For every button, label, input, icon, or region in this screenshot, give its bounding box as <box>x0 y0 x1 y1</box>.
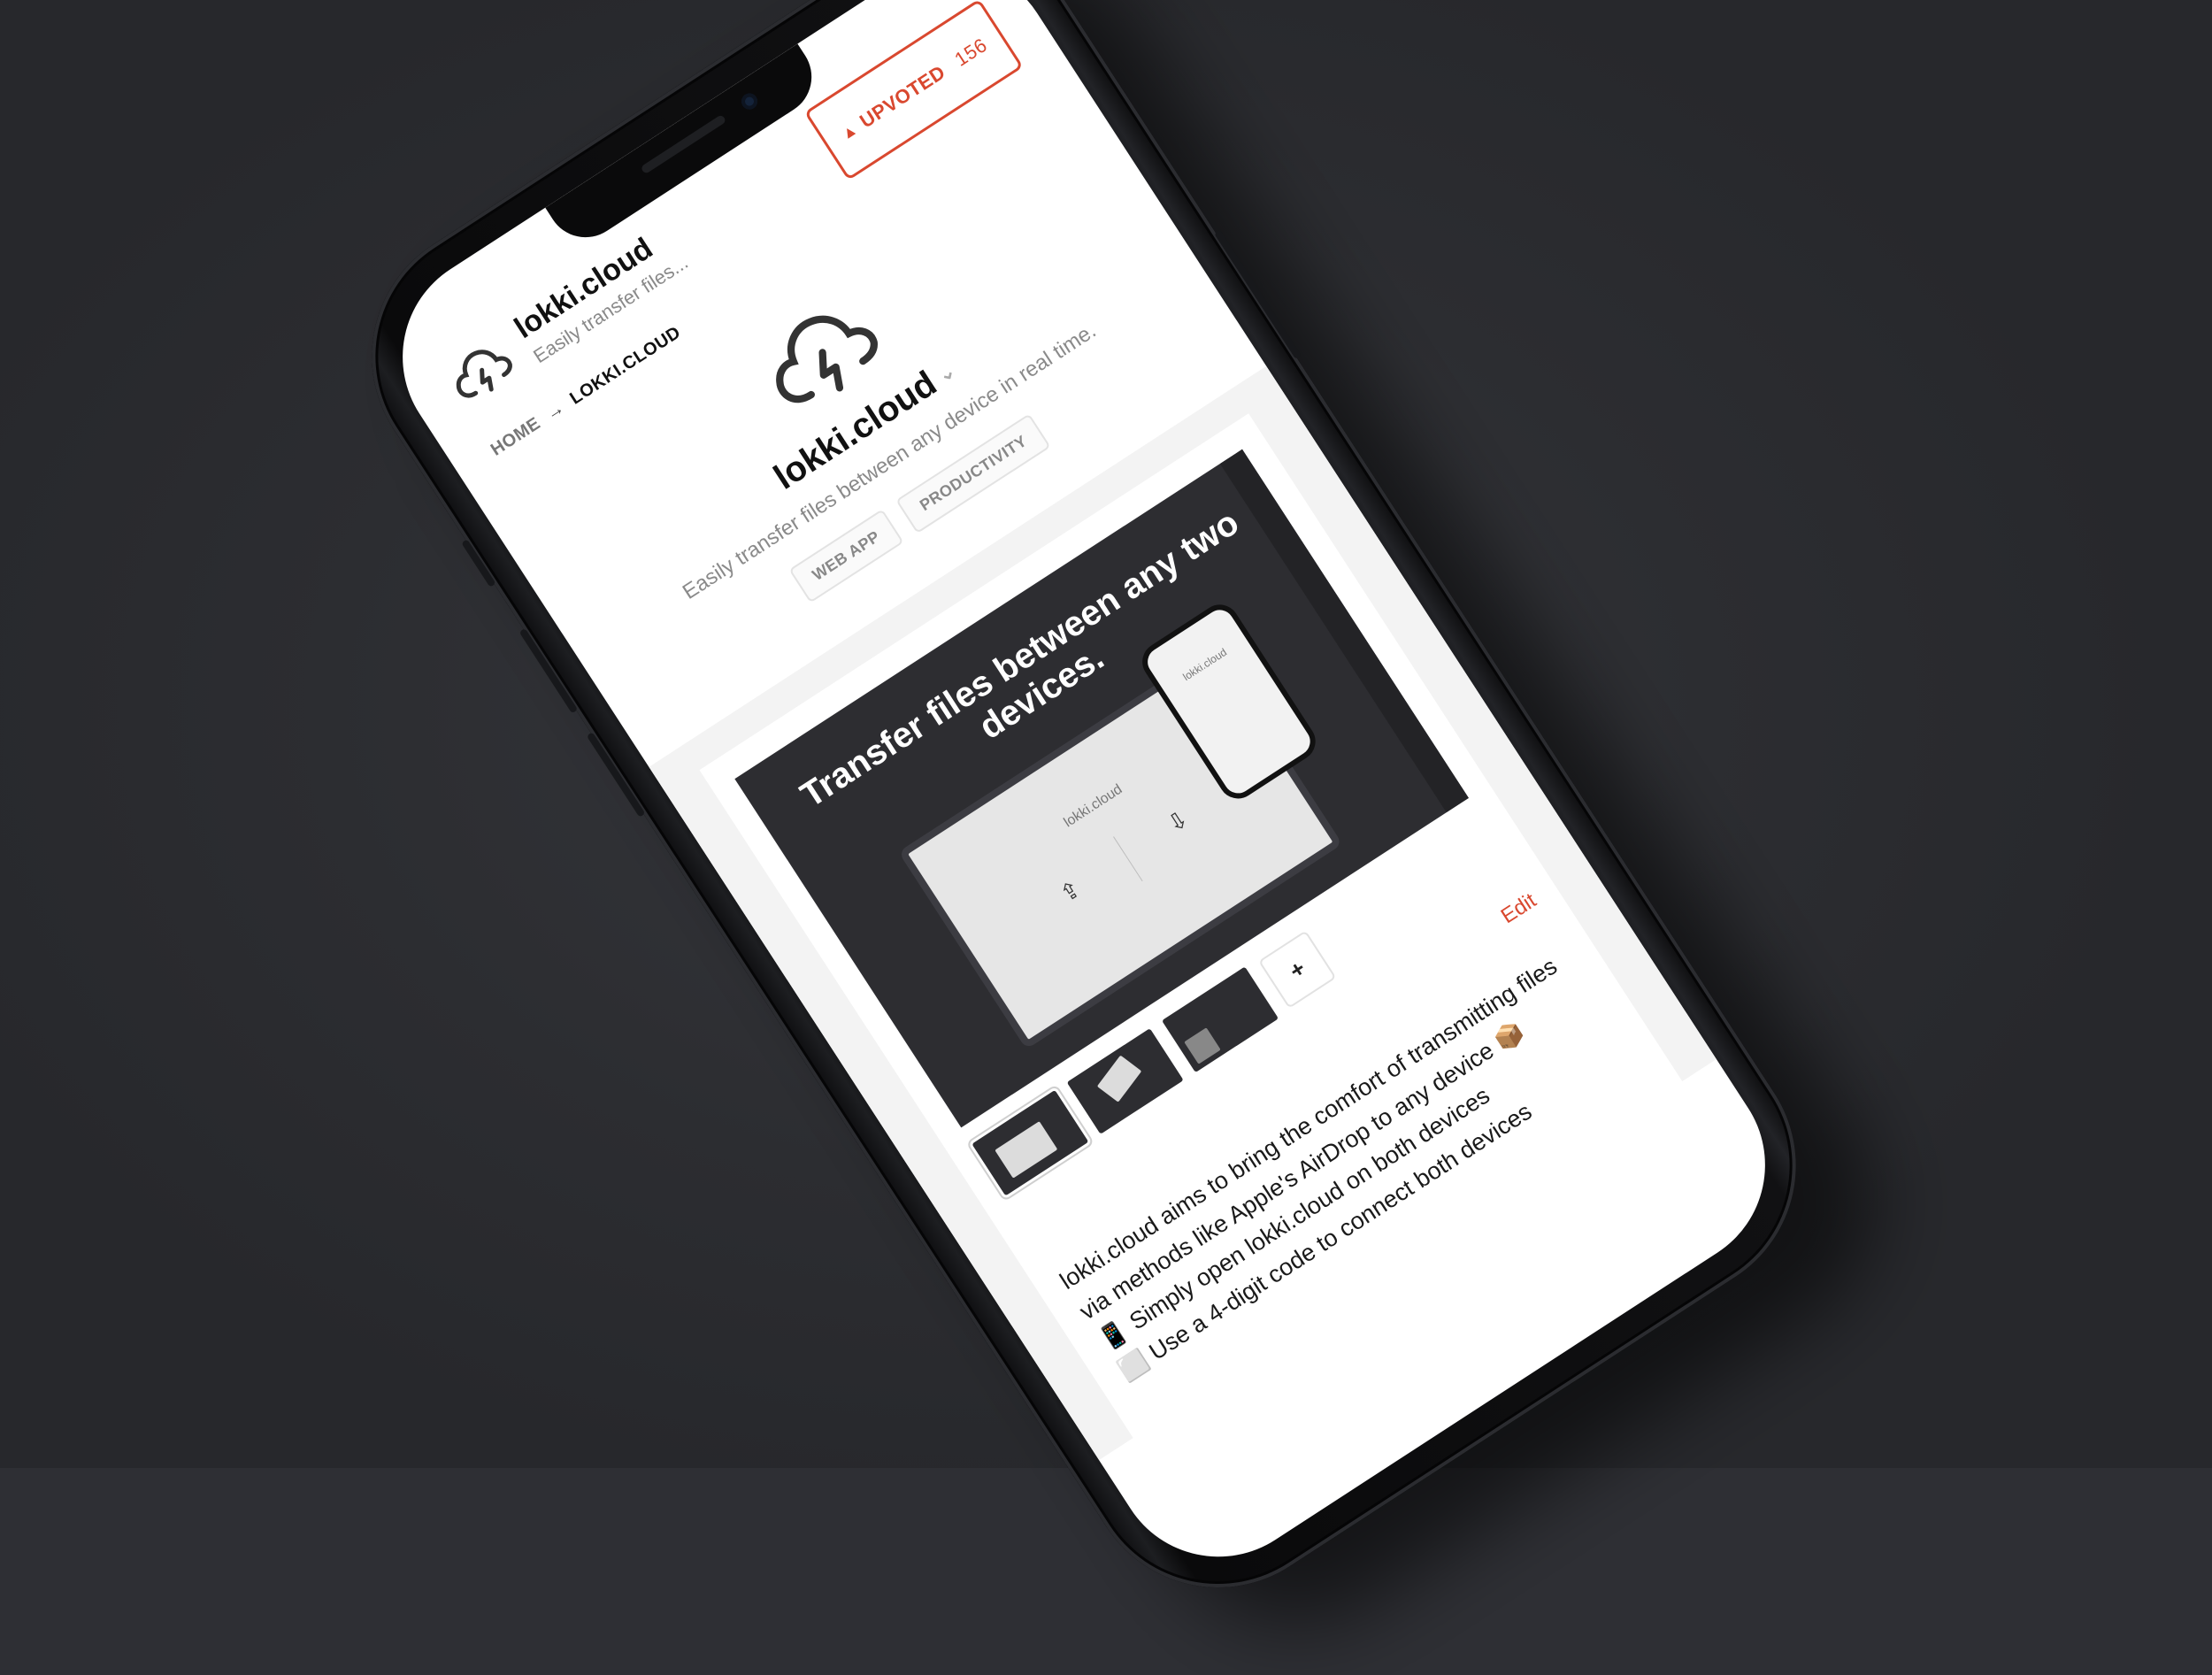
chevron-down-icon[interactable]: ⌄ <box>933 359 959 387</box>
thumbnail-preview <box>1184 1027 1221 1064</box>
phone-mini-title: lokki.cloud <box>1180 645 1229 684</box>
upload-icon: ⇪ <box>1055 874 1086 908</box>
laptop-divider <box>1113 836 1143 882</box>
add-media-button[interactable]: + <box>1257 930 1337 1009</box>
upvote-button[interactable]: ▲ UPVOTED 156 <box>803 0 1024 181</box>
thumbnail-preview <box>1096 1055 1142 1103</box>
front-camera <box>738 90 761 113</box>
breadcrumb-separator: → <box>541 397 569 425</box>
cloud-bolt-icon[interactable] <box>438 331 523 412</box>
thumbnail-preview <box>995 1121 1058 1179</box>
edit-link[interactable]: Edit <box>1497 888 1540 928</box>
triangle-up-icon: ▲ <box>837 119 861 143</box>
upvote-label: UPVOTED <box>856 60 949 133</box>
upvote-count: 156 <box>950 33 991 71</box>
breadcrumb-home[interactable]: HOME <box>488 414 544 460</box>
download-icon: ⇩ <box>1162 804 1194 838</box>
